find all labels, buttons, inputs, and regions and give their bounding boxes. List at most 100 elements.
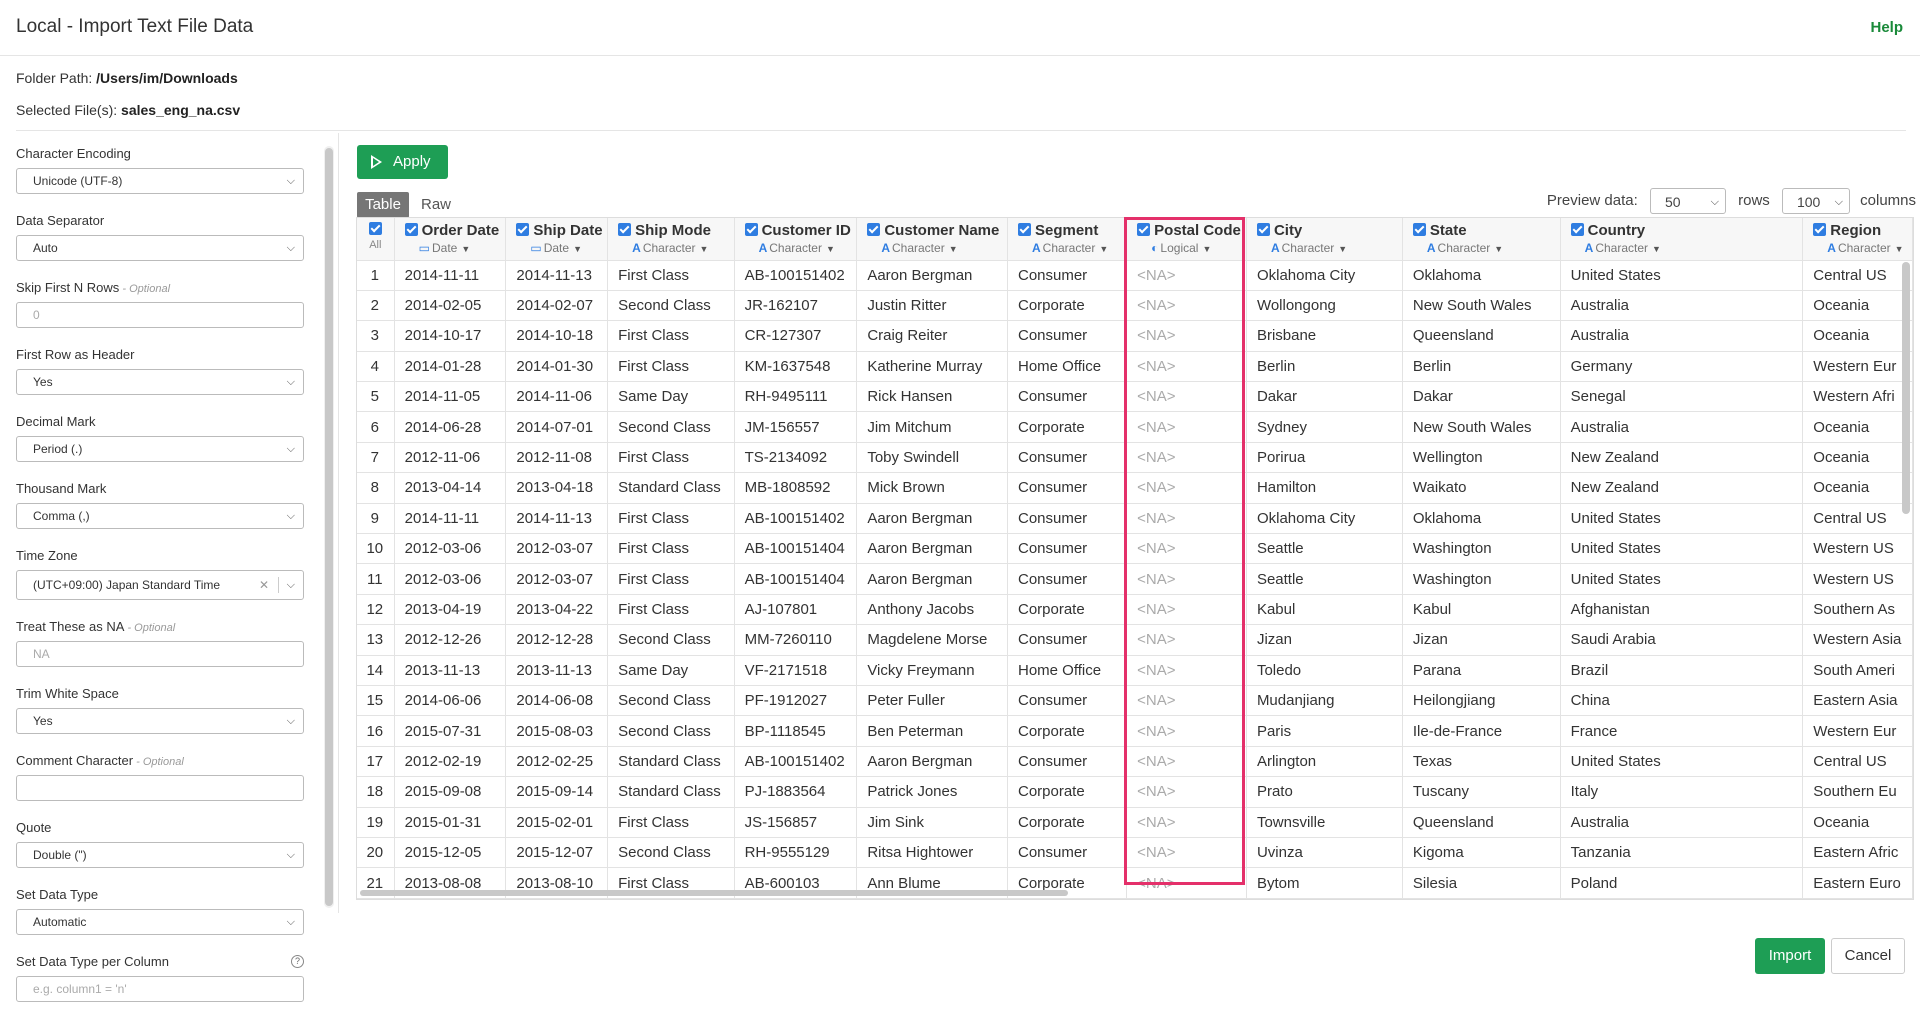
column-header[interactable]: Country A Character ▼ (1560, 218, 1804, 261)
table-cell: 2014-11-11 (394, 260, 507, 291)
column-header[interactable]: Segment A Character ▼ (1007, 218, 1128, 261)
import-options-sidebar: Character Encoding Unicode (UTF-8) ⌵ Data S… (16, 146, 304, 1021)
column-header[interactable]: Ship Date ▭ Date ▼ (505, 218, 609, 261)
column-checkbox[interactable] (516, 223, 530, 236)
field-label: Character Encoding (16, 146, 304, 162)
table-cell: Toledo (1246, 655, 1403, 686)
table-cell: 2013-04-18 (505, 472, 609, 504)
preview-rows-select[interactable]: 50 ⌵ (1649, 188, 1726, 214)
field-label-text: Comment Character (16, 753, 134, 768)
selected-files: Selected File(s): sales_eng_na.csv (16, 102, 240, 118)
chevron-down-icon: ⌵ (1834, 196, 1843, 208)
sidebar-scrollbar-thumb[interactable] (325, 148, 333, 906)
character-icon: A (1827, 241, 1836, 255)
table-cell: Townsville (1246, 807, 1403, 838)
column-checkbox[interactable] (744, 223, 758, 236)
table-cell: Oceania (1802, 807, 1913, 838)
column-header[interactable]: Postal Code ◐ Logical ▼ (1126, 218, 1247, 261)
table-cell: Ile-de-France (1402, 715, 1561, 747)
option-input[interactable]: e.g. column1 = 'n' (16, 976, 304, 1002)
option-select[interactable]: Automatic ⌵ (16, 909, 304, 935)
table-cell: 2013-04-22 (505, 594, 609, 626)
clear-icon[interactable]: ✕ (259, 571, 269, 599)
cancel-button[interactable]: Cancel (1831, 938, 1905, 974)
column-type-select[interactable]: ◐ Logical ▼ (1137, 241, 1245, 255)
column-checkbox[interactable] (1017, 223, 1031, 236)
help-icon[interactable]: ? (291, 955, 304, 968)
column-header[interactable]: Region A Character ▼ (1802, 218, 1913, 261)
column-checkbox[interactable] (1256, 223, 1270, 236)
column-header[interactable]: Customer Name A Character ▼ (856, 218, 1008, 261)
column-type-select[interactable]: A Character ▼ (1571, 241, 1802, 255)
table-horizontal-scrollbar[interactable] (360, 890, 1068, 896)
table-cell: <NA> (1126, 411, 1247, 443)
column-name: Customer ID (761, 222, 851, 239)
option-select[interactable]: Comma (,) ⌵ (16, 503, 304, 529)
table-cell: JM-156557 (734, 411, 858, 443)
option-select[interactable]: Yes ⌵ (16, 708, 304, 734)
option-select[interactable]: Unicode (UTF-8) ⌵ (16, 168, 304, 194)
column-type-select[interactable]: A Character ▼ (1257, 241, 1401, 255)
import-button[interactable]: Import (1755, 938, 1825, 974)
character-icon: A (758, 241, 768, 255)
column-checkbox[interactable] (1570, 223, 1584, 236)
field-3: First Row as Header Yes ⌵ (16, 347, 304, 395)
table-cell: Afghanistan (1560, 594, 1804, 626)
caret-down-icon: ▼ (1202, 244, 1212, 254)
table-cell: 2015-01-31 (394, 807, 507, 838)
tab-table[interactable]: Table (357, 192, 409, 218)
table-cell: 2015-12-05 (394, 837, 507, 869)
column-type-select[interactable]: A Character ▼ (1018, 241, 1126, 255)
column-type-select[interactable]: A Character ▼ (1413, 241, 1559, 255)
table-cell: Ben Peterman (856, 715, 1008, 747)
column-checkbox[interactable] (618, 223, 632, 236)
field-11: Set Data Type Automatic ⌵ (16, 887, 304, 935)
table-cell: Consumer (1007, 533, 1128, 565)
sidebar-scrollbar[interactable] (324, 146, 334, 908)
column-checkbox[interactable] (404, 223, 418, 236)
column-header[interactable]: Customer ID A Character ▼ (734, 218, 858, 261)
column-header[interactable]: City A Character ▼ (1246, 218, 1403, 261)
option-select[interactable]: Yes ⌵ (16, 369, 304, 395)
column-header[interactable]: Order Date ▭ Date ▼ (394, 218, 507, 261)
preview-columns-select[interactable]: 100 ⌵ (1781, 188, 1850, 214)
option-input[interactable]: NA (16, 641, 304, 667)
column-checkbox[interactable] (1813, 223, 1827, 236)
column-checkbox[interactable] (1137, 223, 1151, 236)
table-cell: 2013-04-19 (394, 594, 507, 626)
field-label: Data Separator (16, 213, 304, 229)
select-all-header[interactable]: All (357, 218, 395, 261)
table-cell: 2012-11-08 (505, 442, 609, 474)
tab-raw[interactable]: Raw (421, 192, 451, 218)
column-type-select[interactable]: A Character ▼ (1813, 241, 1911, 255)
column-type-select[interactable]: A Character ▼ (867, 241, 1006, 255)
select-all-checkbox[interactable] (368, 222, 382, 235)
column-name: City (1273, 222, 1303, 239)
table-cell: Senegal (1560, 381, 1804, 413)
time-zone-select[interactable]: (UTC+09:00) Japan Standard Time ✕ ⌵ (16, 570, 304, 600)
column-type-select[interactable]: A Character ▼ (618, 241, 733, 255)
column-type-select[interactable]: ▭ Date ▼ (516, 241, 606, 255)
apply-label: Apply (393, 153, 431, 170)
table-cell: Katherine Murray (856, 351, 1008, 383)
column-header[interactable]: Ship Mode A Character ▼ (607, 218, 735, 261)
option-input[interactable] (16, 775, 304, 801)
table-cell: <NA> (1126, 655, 1247, 686)
column-checkbox[interactable] (867, 223, 881, 236)
table-vertical-scrollbar[interactable] (1902, 262, 1910, 514)
table-row: 12 2013-04-19 2013-04-22 First Class AJ-1078… (357, 594, 1913, 626)
column-header[interactable]: State A Character ▼ (1402, 218, 1561, 261)
option-input[interactable]: 0 (16, 302, 304, 328)
help-link[interactable]: Help (1870, 19, 1903, 36)
columns-label: columns (1860, 192, 1916, 209)
column-type-select[interactable]: ▭ Date ▼ (405, 241, 505, 255)
table-cell: Tuscany (1402, 776, 1561, 808)
column-checkbox[interactable] (1412, 223, 1426, 236)
option-select[interactable]: Double (") ⌵ (16, 842, 304, 868)
apply-button[interactable]: Apply (357, 145, 448, 179)
column-type-select[interactable]: A Character ▼ (745, 241, 856, 255)
table-row: 2 2014-02-05 2014-02-07 Second Class JR-1621… (357, 290, 1913, 322)
option-select[interactable]: Period (.) ⌵ (16, 436, 304, 462)
table-cell: Brazil (1560, 655, 1804, 686)
option-select[interactable]: Auto ⌵ (16, 235, 304, 261)
